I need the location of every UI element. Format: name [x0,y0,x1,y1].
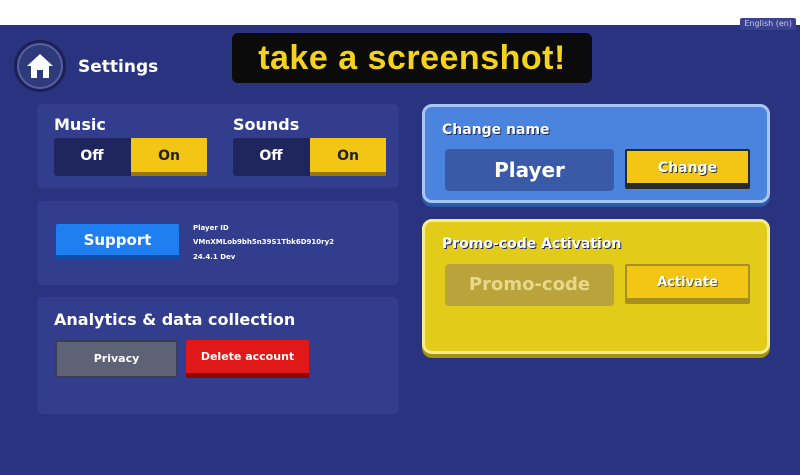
version-text: 24.4.1 Dev [193,253,236,261]
player-id-label: Player ID [193,224,229,232]
sounds-off-option[interactable]: Off [233,138,309,176]
support-button[interactable]: Support [56,224,179,260]
analytics-title: Analytics & data collection [54,310,296,329]
sounds-label: Sounds [233,115,300,134]
player-name-field[interactable]: Player [445,149,614,191]
home-icon [27,54,53,78]
change-name-title: Change name [442,122,550,138]
privacy-button[interactable]: Privacy [55,340,178,378]
change-name-button[interactable]: Change [625,149,750,189]
language-selector[interactable]: English (en) [740,18,796,30]
screenshot-banner: take a screenshot! [232,33,592,83]
promo-code-title: Promo-code Activation [442,236,622,252]
audio-panel: Music Sounds Off On Off On [37,104,399,188]
sounds-toggle[interactable]: Off On [233,138,386,176]
music-off-option[interactable]: Off [54,138,130,176]
player-id-value: VMnXMLob9bh5n39S1Tbk6D910ry2 [193,238,335,246]
activate-button[interactable]: Activate [625,264,750,304]
promo-code-panel: Promo-code Activation Promo-code Activat… [422,219,770,354]
music-label: Music [54,115,106,134]
top-bar [0,0,800,25]
page-title: Settings [78,57,159,77]
sounds-on-option[interactable]: On [310,138,386,176]
change-name-panel: Change name Player Change [422,104,770,203]
home-button[interactable] [14,40,66,92]
music-on-option[interactable]: On [131,138,207,176]
music-toggle[interactable]: Off On [54,138,207,176]
promo-code-input[interactable]: Promo-code [445,264,614,306]
delete-account-button[interactable]: Delete account [186,340,309,378]
